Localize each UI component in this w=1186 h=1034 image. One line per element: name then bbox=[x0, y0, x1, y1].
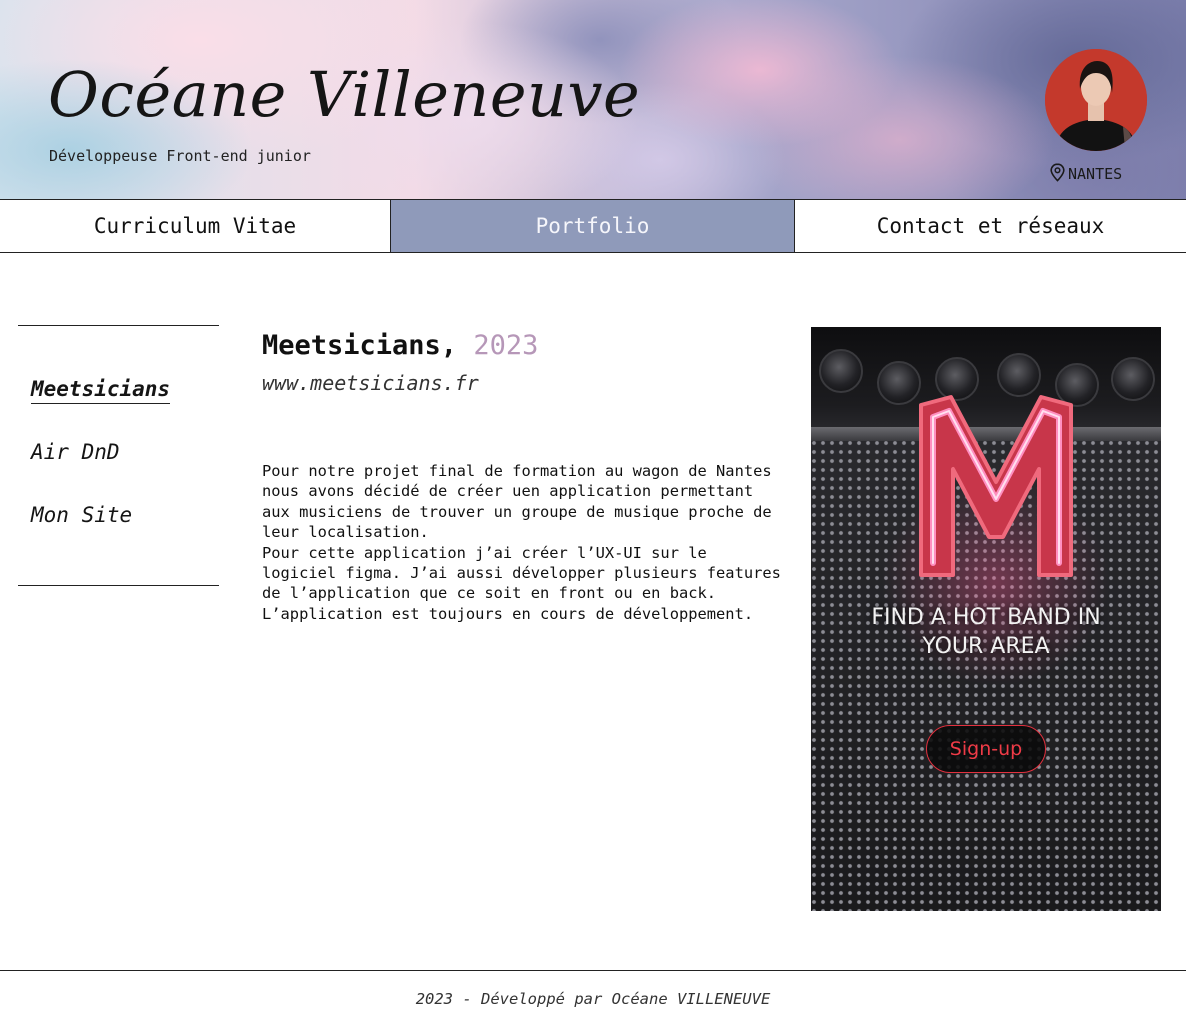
sidebar-item-meetsicians[interactable]: Meetsicians bbox=[31, 377, 171, 404]
app-tagline: FIND A HOT BAND IN YOUR AREA bbox=[871, 605, 1101, 659]
sidebar-top-divider bbox=[18, 325, 219, 326]
main-nav: Curriculum Vitae Portfolio Contact et ré… bbox=[0, 199, 1186, 253]
app-screenshot: FIND A HOT BAND IN YOUR AREA Sign-up bbox=[811, 327, 1161, 911]
site-owner-name: Océane Villeneuve bbox=[48, 58, 641, 131]
sidebar-item-mon-site[interactable]: Mon Site bbox=[31, 503, 132, 527]
site-header: Océane Villeneuve Développeuse Front-end… bbox=[0, 0, 1186, 199]
footer-credit: 2023 - Développé par Océane VILLENEUVE bbox=[415, 990, 771, 1008]
signup-button: Sign-up bbox=[926, 725, 1046, 773]
profile-photo bbox=[1045, 49, 1147, 151]
project-year: 2023 bbox=[473, 330, 539, 361]
project-name: Meetsicians, bbox=[262, 330, 458, 361]
project-title: Meetsicians, 2023 bbox=[262, 330, 538, 361]
amp-knob-icon bbox=[819, 349, 863, 393]
sidebar-item-air-dnd[interactable]: Air DnD bbox=[31, 440, 120, 464]
footer-divider bbox=[0, 970, 1186, 971]
project-link[interactable]: www.meetsicians.fr bbox=[262, 371, 479, 395]
project-description: Pour notre projet final de formation au … bbox=[262, 462, 781, 623]
map-pin-icon bbox=[1049, 162, 1066, 186]
tab-portfolio[interactable]: Portfolio bbox=[391, 200, 795, 252]
neon-m-logo-icon bbox=[919, 395, 1073, 577]
location-text: NANTES bbox=[1068, 165, 1123, 183]
avatar bbox=[1045, 49, 1147, 151]
location-label: NANTES bbox=[1049, 162, 1123, 186]
tab-curriculum-vitae[interactable]: Curriculum Vitae bbox=[0, 200, 391, 252]
amp-knob-icon bbox=[1111, 357, 1155, 401]
sidebar-bottom-divider bbox=[18, 585, 219, 586]
site-subtitle: Développeuse Front-end junior bbox=[49, 147, 311, 165]
tab-contact[interactable]: Contact et réseaux bbox=[795, 200, 1186, 252]
